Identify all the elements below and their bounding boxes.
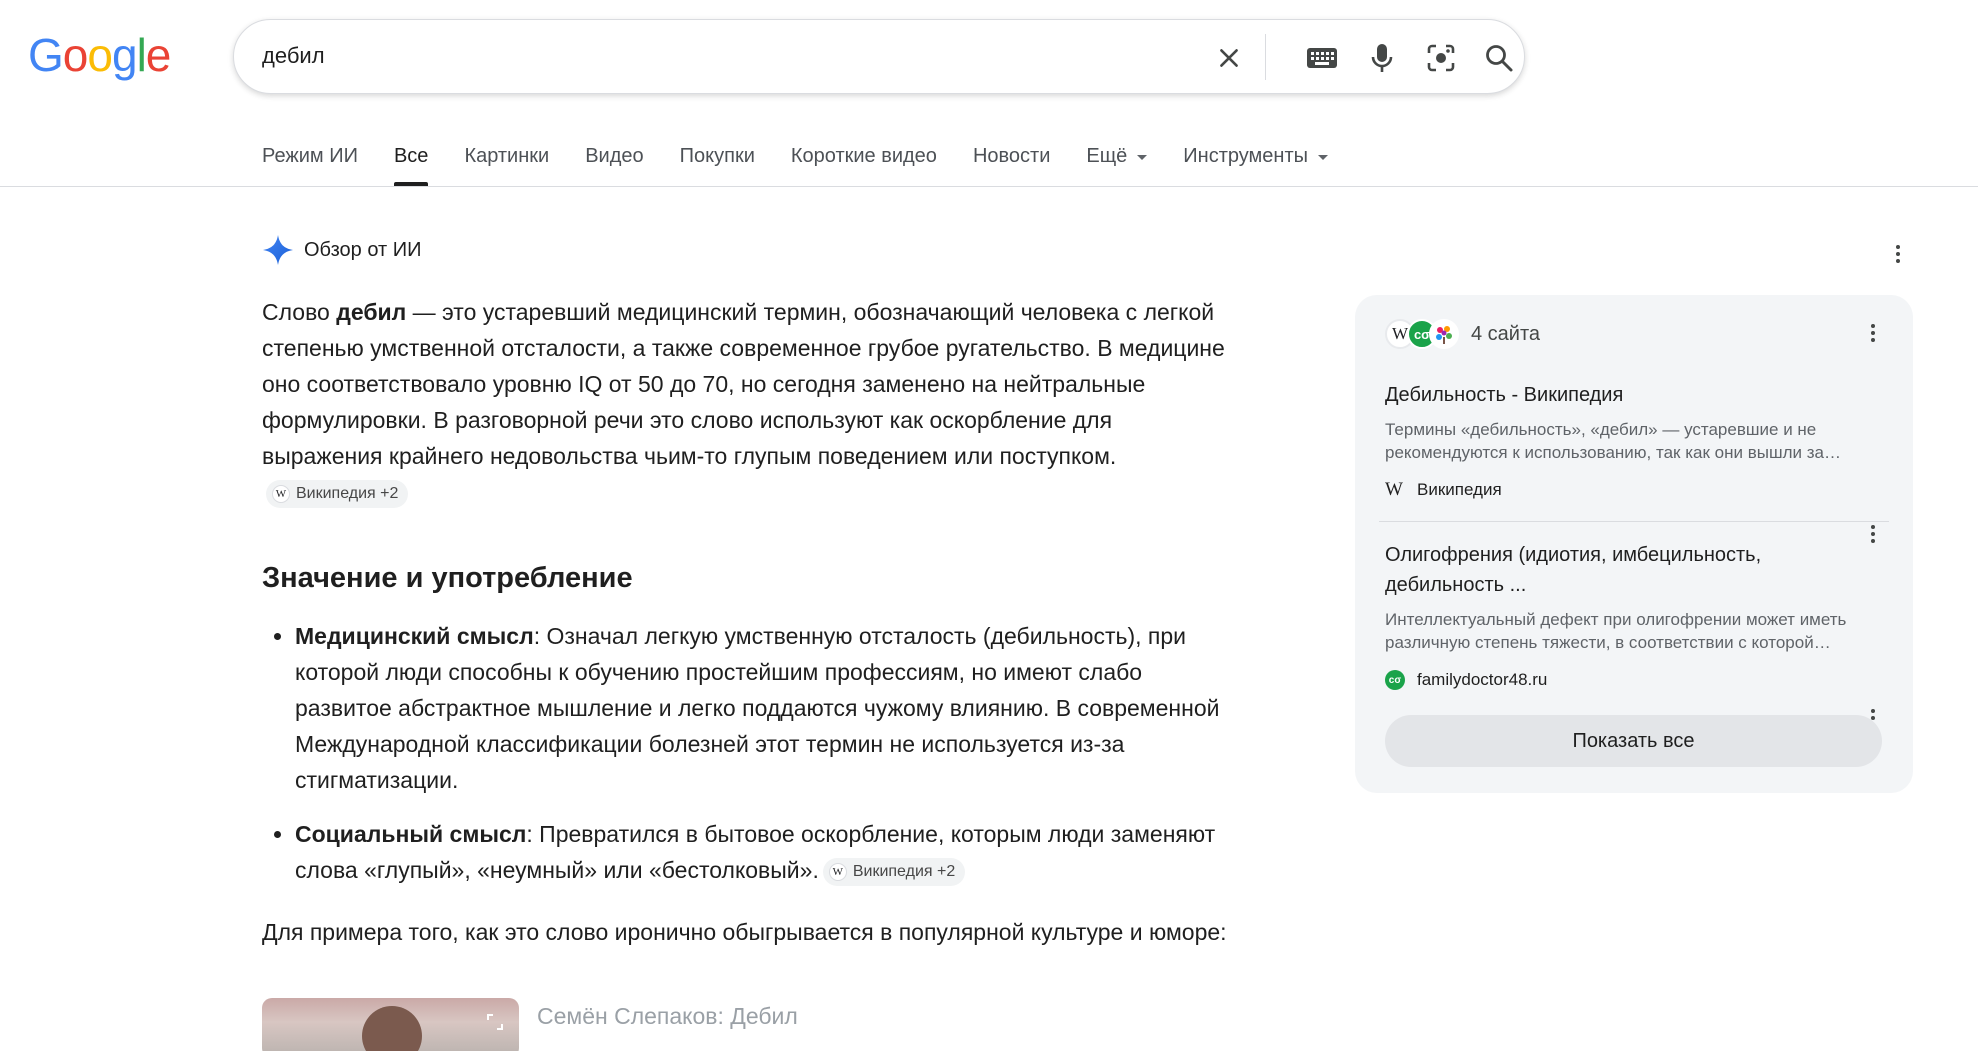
- tab-label: Картинки: [464, 145, 550, 167]
- example-paragraph: Для примера того, как это слово иронично…: [262, 919, 1227, 945]
- familydoctor-icon: cσ: [1385, 670, 1405, 690]
- list-item-title: Медицинский смысл: [295, 623, 534, 649]
- source-chip-label: Википедия +2: [296, 484, 399, 502]
- tab-more[interactable]: Ещё: [1086, 140, 1148, 186]
- search-box[interactable]: дебил: [233, 19, 1525, 94]
- search-input[interactable]: дебил: [262, 43, 325, 69]
- sources-header[interactable]: W cσ 4 сайта: [1385, 319, 1540, 349]
- tab-news[interactable]: Новости: [973, 140, 1050, 186]
- ai-overview-more-icon[interactable]: [1886, 242, 1910, 266]
- search-divider: [1265, 34, 1266, 80]
- tab-ai-mode[interactable]: Режим ИИ: [262, 140, 358, 186]
- tab-label: Видео: [585, 145, 644, 167]
- tab-short-videos[interactable]: Короткие видео: [791, 140, 937, 186]
- tab-all[interactable]: Все: [393, 140, 429, 186]
- logo-letter: o: [62, 29, 89, 81]
- expand-icon[interactable]: [485, 1012, 505, 1032]
- sources-count: 4 сайта: [1471, 322, 1541, 345]
- logo-letter: l: [136, 29, 147, 81]
- meaning-list: Медицинский смысл: Означал легкую умстве…: [262, 618, 1232, 888]
- tab-label: Новости: [972, 145, 1051, 167]
- source-item[interactable]: Олигофрения (идиотия, имбецильность, деб…: [1385, 540, 1885, 727]
- logo-letter: o: [87, 29, 113, 81]
- source-item[interactable]: Дебильность - Википедия Термины «дебильн…: [1385, 380, 1885, 543]
- list-item-title: Социальный смысл: [295, 821, 527, 847]
- tab-label: Режим ИИ: [262, 145, 358, 167]
- video-thumbnail[interactable]: [262, 998, 519, 1051]
- wikipedia-icon: W: [828, 862, 847, 881]
- tab-videos[interactable]: Видео: [585, 140, 643, 186]
- section-heading: Значение и употребление: [262, 562, 633, 594]
- clear-icon[interactable]: [1209, 38, 1249, 78]
- tab-images[interactable]: Картинки: [464, 140, 549, 186]
- source-site: W Википедия: [1385, 478, 1885, 502]
- intro-keyword: дебил: [336, 299, 407, 325]
- logo-letter: g: [111, 29, 138, 81]
- source-site-name: Википедия: [1417, 480, 1502, 499]
- ai-overview-body: Слово дебил — это устаревший медицинский…: [262, 294, 1232, 950]
- show-all-button[interactable]: Показать все: [1385, 715, 1882, 767]
- wikipedia-icon: W: [1385, 479, 1403, 500]
- gemini-sparkle-icon: [263, 235, 293, 265]
- tree-site-icon: [1429, 319, 1459, 349]
- source-chip[interactable]: W Википедия +2: [822, 857, 966, 886]
- logo-letter: e: [145, 29, 172, 81]
- tab-label: Короткие видео: [790, 145, 937, 167]
- keyboard-icon[interactable]: [1302, 38, 1342, 78]
- search-tabs: Режим ИИ Все Картинки Видео Покупки Коро…: [262, 140, 1364, 186]
- source-chip[interactable]: W Википедия +2: [266, 479, 409, 508]
- source-description: Интеллектуальный дефект при олигофрении …: [1385, 610, 1847, 652]
- list-item: Медицинский смысл: Означал легкую умстве…: [295, 618, 1232, 798]
- tab-label: Все: [393, 145, 429, 167]
- tab-label: Ещё: [1086, 145, 1128, 167]
- search-icon[interactable]: [1479, 38, 1519, 78]
- caret-down-icon: [1318, 155, 1328, 160]
- logo-letter: G: [28, 29, 64, 81]
- tab-label: Покупки: [679, 145, 755, 167]
- video-thumbnail-image: [362, 1006, 422, 1051]
- tab-shopping[interactable]: Покупки: [680, 140, 755, 186]
- intro-text-pre: Слово: [262, 299, 337, 325]
- sources-card: W cσ 4 сайта Дебильность - Википедия Тер…: [1355, 295, 1913, 793]
- source-chip-label: Википедия +2: [852, 862, 956, 880]
- tab-label: Инструменты: [1183, 145, 1308, 167]
- source-title[interactable]: Олигофрения (идиотия, имбецильность, деб…: [1385, 540, 1885, 600]
- lens-icon[interactable]: [1421, 38, 1461, 78]
- source-description: Термины «дебильность», «дебил» — устарев…: [1385, 420, 1824, 462]
- header-divider: [0, 186, 1978, 187]
- source-site-name: familydoctor48.ru: [1417, 670, 1548, 689]
- microphone-icon[interactable]: [1362, 38, 1402, 78]
- source-title[interactable]: Дебильность - Википедия: [1385, 380, 1885, 410]
- intro-text: — это устаревший медицинский термин, обо…: [262, 299, 1225, 469]
- list-item: Социальный смысл: Превратился в бытовое …: [295, 816, 1232, 888]
- source-divider: [1379, 521, 1889, 522]
- tab-tools[interactable]: Инструменты: [1183, 140, 1328, 186]
- caret-down-icon: [1137, 155, 1148, 160]
- sources-more-icon[interactable]: [1861, 321, 1885, 345]
- source-site: cσ familydoctor48.ru: [1385, 668, 1885, 692]
- ai-overview-title: Обзор от ИИ: [304, 238, 422, 261]
- ai-overview-header: Обзор от ИИ: [262, 234, 421, 266]
- google-logo[interactable]: Google: [28, 28, 172, 82]
- wikipedia-icon: W: [272, 484, 290, 503]
- video-title[interactable]: Семён Слепаков: Дебил: [537, 1003, 798, 1030]
- ai-intro-paragraph: Слово дебил — это устаревший медицинский…: [262, 294, 1232, 510]
